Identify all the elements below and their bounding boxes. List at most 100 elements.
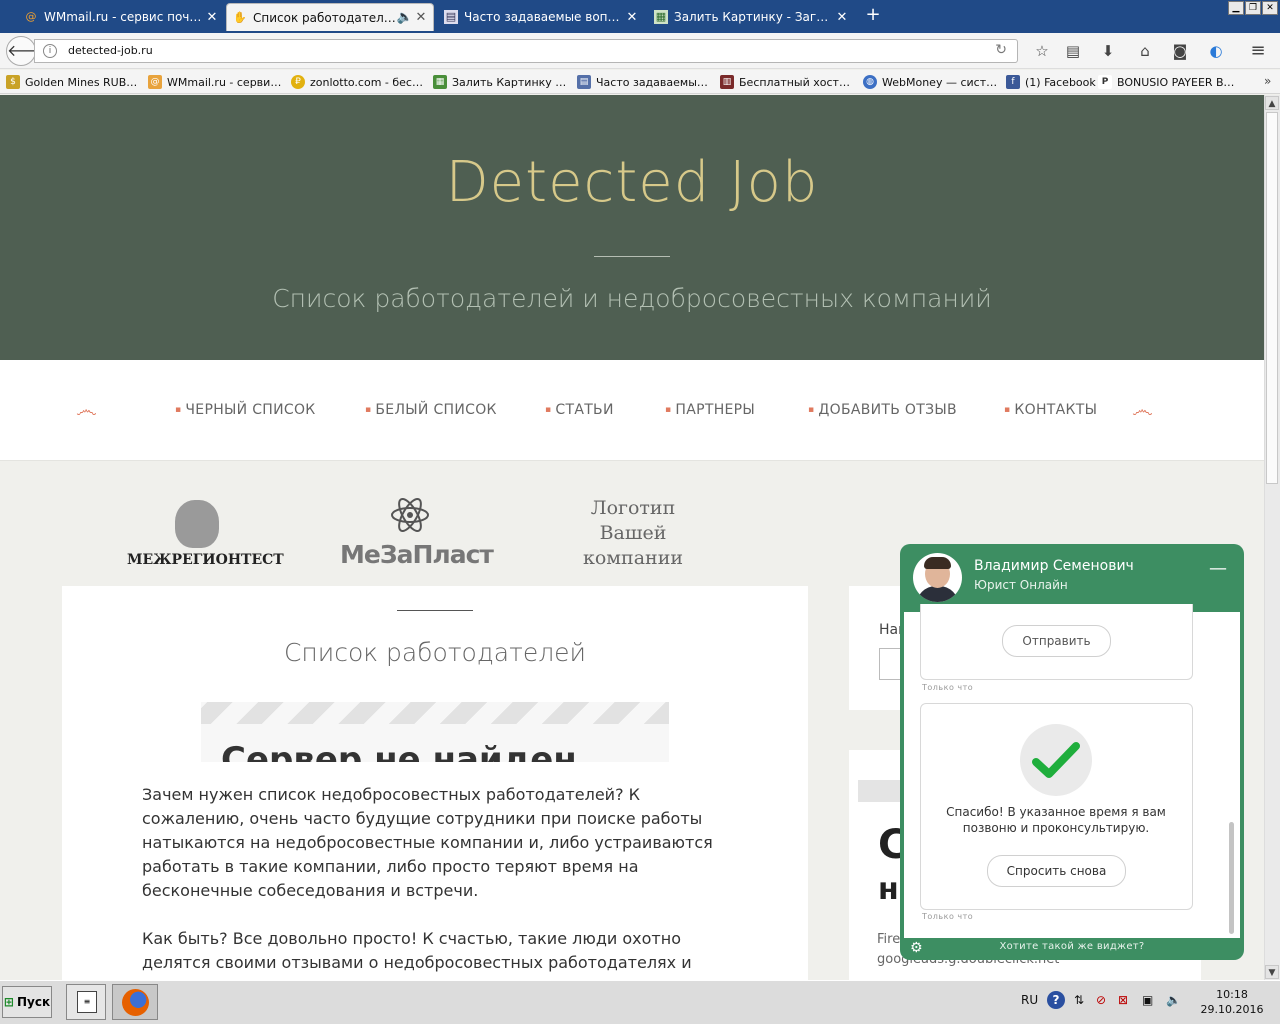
menu-item-blacklist[interactable]: ЧЕРНЫЙ СПИСОК [175,402,316,418]
maximize-window-button[interactable]: ❐ [1245,1,1261,15]
menu-item-whitelist[interactable]: БЕЛЫЙ СПИСОК [365,402,497,418]
more-bookmarks-icon[interactable]: » [1264,74,1271,88]
reload-icon[interactable]: ↻ [995,42,1007,58]
menu-item-add-review[interactable]: ДОБАВИТЬ ОТЗЫВ [808,402,957,418]
bookmark-label: Golden Mines RUB - A... [25,75,140,89]
info-icon[interactable]: i [43,44,57,58]
send-button[interactable]: Отправить [1002,625,1111,657]
agent-avatar [913,553,962,602]
second-paragraph: Как быть? Все довольно просто! К счастью… [142,929,692,972]
image-icon: ▦ [433,75,447,89]
firefox-icon [122,989,149,1016]
menu-item-partners[interactable]: ПАРТНЕРЫ [665,402,755,418]
start-button[interactable]: ⊞ Пуск [2,986,52,1018]
minimize-window-button[interactable]: ▁ [1228,1,1244,15]
tab-wmmail[interactable]: @ WMmail.ru - сервис почтовы... ✕ [18,3,224,31]
minimize-icon[interactable]: — [1208,558,1228,579]
error-stripes [201,702,669,724]
bookmark-facebook[interactable]: f (1) Facebook [1006,74,1096,90]
globe-icon: ◍ [863,75,877,89]
page-title: Список работодателей [283,638,587,667]
bookmark-golden-mines[interactable]: $ Golden Mines RUB - A... [6,74,140,90]
tab-faq[interactable]: ▤ Часто задаваемые вопросы... ✕ [438,3,644,31]
bookmark-label: Часто задаваемые в... [596,75,713,89]
atom-icon [391,498,429,532]
close-icon[interactable]: ✕ [834,10,850,25]
speaker-icon[interactable]: 🔈 [397,10,413,25]
bookmark-label: BONUSIO PAYEER BO... [1117,75,1238,89]
partner-logo-placeholder[interactable]: Логотип Вашей компании [565,496,701,571]
windows-flag-icon: ⊞ [3,995,14,1009]
close-icon[interactable]: ✕ [413,10,429,25]
bookmark-free-hosting[interactable]: ▥ Бесплатный хостинг... [720,74,856,90]
hosting-icon: ▥ [720,75,734,89]
bookmark-label: zonlotto.com - беспл... [310,75,425,89]
clock-date: 29.10.2016 [1200,1003,1264,1016]
pocket-icon[interactable]: ◙ [1170,41,1190,61]
ornament-left-icon: ෴ [76,398,97,423]
site-tagline: Список работодателей и недобросовестных … [272,284,992,313]
start-label: Пуск [16,995,51,1009]
notepad-icon: ≡ [77,991,97,1013]
partner-logo-mezaplast[interactable]: МеЗаПласт [340,540,494,569]
scrollbar-thumb[interactable] [1266,112,1278,484]
ask-again-button[interactable]: Спросить снова [987,855,1126,887]
hand-icon: ✋ [233,10,247,24]
download-icon[interactable]: ⬇ [1098,41,1118,61]
volume-icon[interactable]: 🔈 [1166,993,1181,1007]
bookmark-label: WebMoney — систем... [882,75,999,89]
taskbar-app-notepad[interactable]: ≡ [66,984,106,1020]
bookmark-faq[interactable]: ▤ Часто задаваемые в... [577,74,713,90]
widget-promo-link[interactable]: Хотите такой же виджет? [900,941,1244,952]
scroll-up-arrow-icon[interactable]: ▲ [1265,96,1279,110]
close-window-button[interactable]: ✕ [1262,1,1278,15]
checkmark-icon [1020,724,1092,796]
partner-logo-mezhregiontest[interactable]: МЕЖРЕГИОНТЕСТ [127,552,284,568]
bookmark-zonlotto[interactable]: ₽ zonlotto.com - беспл... [291,74,425,90]
ad-heading-2: н [878,872,899,907]
sync-icon[interactable]: ◐ [1206,41,1226,61]
address-bar[interactable]: i detected-job.ru ↻ [34,39,1018,63]
bookmark-webmoney[interactable]: ◍ WebMoney — систем... [863,74,999,90]
taskbar-app-firefox[interactable] [112,984,158,1020]
clock-time: 10:18 [1216,988,1248,1001]
tray-arrows-icon[interactable]: ⇅ [1074,993,1084,1007]
ornament-right-icon: ෴ [1132,398,1153,423]
star-icon[interactable]: ☆ [1032,41,1052,61]
at-sign-icon: @ [148,75,162,89]
facebook-icon: f [1006,75,1020,89]
close-icon[interactable]: ✕ [624,10,640,25]
agent-role: Юрист Онлайн [974,578,1068,592]
new-tab-button[interactable]: + [862,5,884,27]
bookmark-bonusio[interactable]: P BONUSIO PAYEER BO... [1098,74,1238,90]
coin-icon: $ [6,75,20,89]
scroll-down-arrow-icon[interactable]: ▼ [1265,965,1279,979]
tab-employers[interactable]: ✋ Список работодателей 🔈 ✕ [226,3,434,31]
divider [397,610,473,611]
tab-title: Часто задаваемые вопросы... [464,10,624,24]
document-icon: ▤ [444,10,458,24]
message-time: Только что [922,912,974,921]
bookmark-upload-image[interactable]: ▦ Залить Картинку - З... [433,74,569,90]
chat-scrollbar[interactable] [1229,822,1234,934]
back-button[interactable]: 🡐 [6,36,50,66]
thanks-message: Спасибо! В указанное время я вам позвоню… [946,805,1166,835]
close-icon[interactable]: ✕ [204,10,220,25]
menu-item-articles[interactable]: СТАТЬИ [545,402,614,418]
document-icon: ▤ [577,75,591,89]
antivirus-icon[interactable]: ⊘ [1096,993,1106,1007]
image-icon: ▦ [654,10,668,24]
site-title[interactable]: Detected Job [0,150,1264,215]
network-icon[interactable]: ▣ [1142,993,1153,1007]
menu-item-contacts[interactable]: КОНТАКТЫ [1004,402,1097,418]
help-icon[interactable]: ? [1047,991,1065,1009]
system-clock[interactable]: 10:18 29.10.2016 [1196,987,1268,1017]
home-icon[interactable]: ⌂ [1135,41,1155,61]
reading-list-icon[interactable]: ▤ [1063,41,1083,61]
menu-icon[interactable]: ≡ [1248,41,1268,61]
tab-upload-image[interactable]: ▦ Залить Картинку - Загрузи... ✕ [648,3,854,31]
network-error-icon[interactable]: ⊠ [1118,993,1128,1007]
language-indicator[interactable]: RU [1021,993,1038,1007]
bookmark-wmmail[interactable]: @ WMmail.ru - сервис п... [148,74,284,90]
at-sign-icon: @ [25,10,37,23]
